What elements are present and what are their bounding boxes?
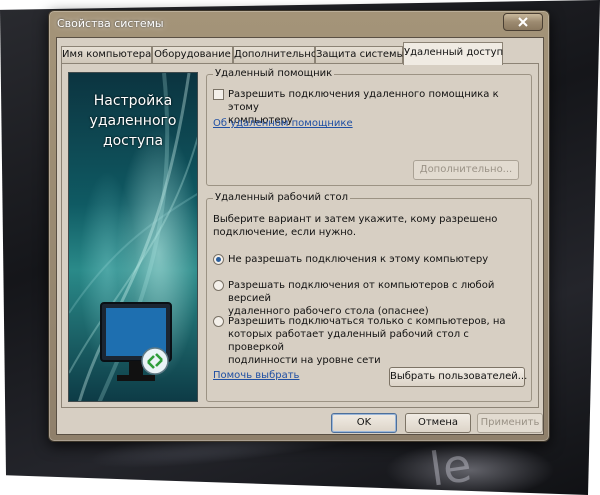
tab-remote-access[interactable]: Удаленный доступ [403,42,503,65]
title-bar[interactable]: Свойства системы [49,11,549,37]
select-users-button[interactable]: Выбрать пользователей... [389,367,527,387]
radio-deny[interactable] [213,254,224,265]
radio-nla-only[interactable] [213,316,224,327]
remote-assistance-legend: Удаленный помощник [213,68,335,79]
dialog-client-area: Имя компьютера Оборудование Дополнительн… [56,37,544,435]
tab-system-protection[interactable]: Защита системы [315,46,405,64]
remote-assistance-group: Удаленный помощник Разрешить подключения… [206,68,532,186]
remote-access-side-image: Настройка удаленного доступа [68,72,198,402]
apply-button[interactable]: Применить [477,413,543,433]
assistance-advanced-button[interactable]: Дополнительно... [413,160,519,180]
radio-option-deny[interactable]: Не разрешать подключения к этому компьют… [213,253,523,266]
close-button[interactable] [503,13,543,31]
remote-desktop-intro: Выберите вариант и затем укажите, кому р… [213,214,498,238]
remote-desktop-monitor-icon [100,302,172,381]
remote-tab-panel: Настройка удаленного доступа Удаленный п… [61,63,539,408]
window-title: Свойства системы [57,17,164,30]
tab-hardware[interactable]: Оборудование [152,46,233,64]
backdrop-text: le [426,437,475,495]
cancel-button[interactable]: Отмена [405,413,471,433]
about-remote-assistance-link[interactable]: Об удаленном помощнике [213,118,353,129]
system-properties-window: Свойства системы Имя компьютера Оборудов… [48,10,550,442]
ok-button[interactable]: OK [331,413,397,433]
radio-any-version[interactable] [213,280,224,291]
radio-selected-dot [216,257,221,262]
radio-any-version-label: Разрешать подключения от компьютеров с л… [228,280,495,317]
help-choose-link[interactable]: Помочь выбрать [213,370,299,381]
radio-nla-only-label: Разрешить подключаться только с компьюте… [228,316,506,366]
side-image-title: Настройка удаленного доступа [89,93,177,149]
radio-option-nla-only[interactable]: Разрешить подключаться только с компьюте… [213,315,523,367]
remote-desktop-group: Удаленный рабочий стол Выберите вариант … [206,192,532,402]
close-icon [518,17,528,27]
tab-computer-name[interactable]: Имя компьютера [61,46,152,64]
tab-advanced[interactable]: Дополнительно [233,46,317,64]
allow-assistance-checkbox[interactable] [213,89,224,100]
remote-desktop-legend: Удаленный рабочий стол [213,192,351,203]
radio-option-any-version[interactable]: Разрешать подключения от компьютеров с л… [213,279,523,318]
